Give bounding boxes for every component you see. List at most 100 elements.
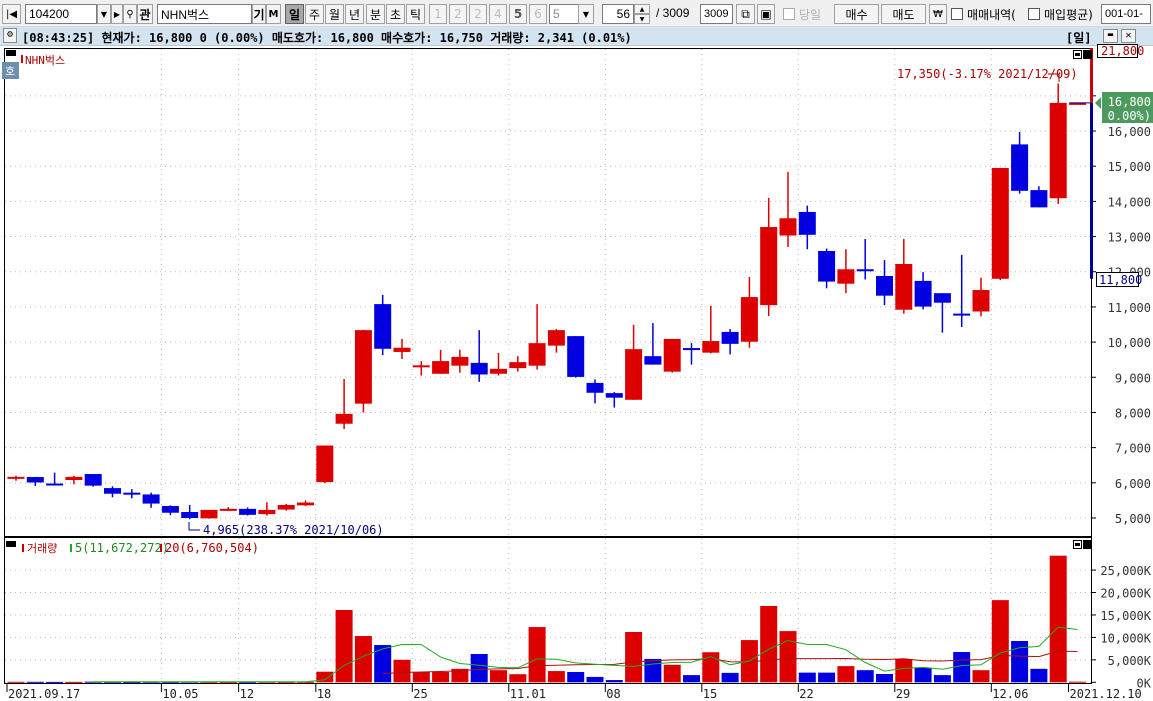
candle-body [586, 382, 604, 393]
volume-bar [779, 631, 797, 683]
volume-bar [933, 675, 951, 683]
volume-bar [683, 675, 700, 683]
candle-body [239, 508, 257, 515]
candle-body [625, 349, 643, 400]
candle-body [740, 297, 758, 342]
volume-bar [335, 610, 353, 683]
volume-bar [1049, 555, 1067, 683]
candle-body [1049, 102, 1067, 199]
candle-body [933, 293, 951, 303]
volume-bar [895, 658, 913, 683]
volume-bar [1069, 681, 1086, 683]
candle-body [84, 474, 102, 486]
candle-body [644, 356, 662, 365]
volume-axis-label: 15,000K [1100, 609, 1151, 623]
pane-close-icon [1083, 50, 1092, 59]
current-price-label: 16,800 [1108, 95, 1151, 109]
volume-bar [412, 671, 430, 683]
candle-body [65, 476, 83, 481]
candle-body [316, 445, 334, 483]
price-axis-label: 5,000 [1115, 512, 1151, 526]
side-tag: 호 [5, 65, 15, 78]
candle-body [490, 368, 507, 374]
price-axis-label: 11,000 [1108, 301, 1151, 315]
candle-body [702, 341, 720, 353]
price-axis-label: 8,000 [1115, 406, 1151, 420]
price-axis-label: 10,000 [1108, 336, 1151, 350]
price-axis-label: 7,000 [1115, 442, 1151, 456]
candle-body [104, 488, 121, 494]
candle-body [798, 211, 816, 235]
x-axis-label: 25 [413, 687, 427, 701]
candle-body [567, 336, 585, 377]
candle-body [412, 365, 430, 368]
candle-body [142, 494, 160, 504]
volume-ma5-legend: 5(11,672,272) [75, 541, 169, 555]
x-axis-label: 08 [606, 687, 620, 701]
volume-legend-title: 거래량 [27, 542, 57, 555]
volume-bar [547, 671, 565, 683]
candle-body [895, 264, 913, 310]
volume-bar [528, 627, 546, 683]
volume-bar [721, 672, 739, 683]
volume-bar [509, 674, 527, 683]
volume-bar [393, 659, 411, 683]
candle-body [547, 330, 565, 346]
candlestick-chart[interactable]: 2021.09.17 10.05 12 18 25 11.01 08 15 22 29 12.06 2… [0, 0, 1153, 701]
candle-body [7, 476, 25, 479]
volume-bar [374, 645, 392, 683]
volume-axis-label: 5,000K [1108, 654, 1152, 668]
price-axis-label: 9,000 [1115, 371, 1151, 385]
candle-body [181, 512, 199, 518]
x-axis-label: 2021.09.17 [8, 687, 80, 701]
candle-body [914, 280, 932, 307]
candle-body [818, 250, 836, 282]
volume-bar [46, 681, 64, 683]
volume-bar [798, 672, 816, 683]
pane-marker-icon [6, 541, 16, 547]
low-annotation: 4,965(238.37% 2021/10/06) [203, 523, 384, 537]
volume-axis-label: 20,000K [1100, 587, 1151, 601]
candle-body [46, 483, 64, 486]
candle-body [219, 508, 237, 511]
volume-axis-label: 0K [1137, 676, 1152, 690]
pane-maximize-icon [1075, 53, 1080, 56]
volume-bar [432, 671, 450, 683]
price-axis-label: 13,000 [1108, 231, 1151, 245]
legend-marker [70, 544, 72, 552]
volume-bar [7, 681, 25, 683]
candle-body [354, 330, 372, 404]
candle-body [721, 331, 739, 344]
volume-bar [1030, 668, 1048, 683]
volume-bar [625, 632, 643, 683]
x-axis-label: 18 [317, 687, 331, 701]
x-axis-label: 22 [799, 687, 813, 701]
price-axis-label: 16,000 [1108, 125, 1151, 139]
candle-body [760, 227, 778, 306]
candle-body [991, 167, 1009, 279]
pane-maximize-icon [1075, 543, 1080, 546]
volume-bar [991, 600, 1009, 683]
x-axis-label: 10.05 [162, 687, 198, 701]
volume-bar [837, 666, 855, 683]
volume-bar [856, 670, 874, 683]
price-axis-label: 6,000 [1115, 477, 1151, 491]
candle-body [837, 269, 855, 284]
candle-body [1030, 190, 1048, 208]
candle-body [953, 313, 971, 316]
volume-axis-label: 25,000K [1100, 564, 1151, 578]
candle-body [663, 338, 681, 372]
volume-bar [876, 673, 893, 683]
candle-body [779, 218, 797, 236]
range-low-label: 11,800 [1099, 273, 1142, 287]
volume-ma20-legend: 20(6,760,504) [165, 541, 259, 555]
x-axis-label: 12 [240, 687, 254, 701]
x-axis-label: 15 [703, 687, 717, 701]
candle-body [393, 347, 411, 352]
candle-body [432, 361, 450, 374]
volume-bar [663, 664, 681, 683]
candle-body [335, 413, 353, 424]
candle-body [972, 290, 990, 312]
candle-body [374, 304, 392, 349]
volume-bar [26, 681, 44, 683]
